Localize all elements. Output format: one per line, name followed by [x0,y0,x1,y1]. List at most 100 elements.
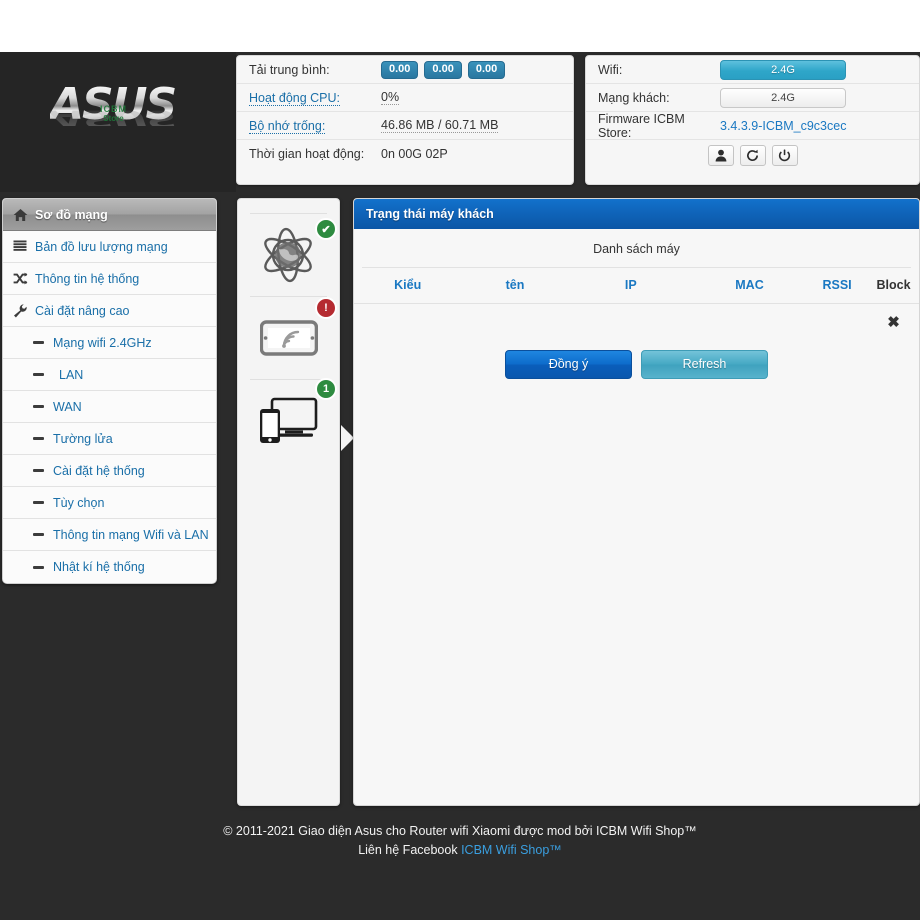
sidebar-label: Nhật kí hệ thống [53,560,145,574]
wireless-router-icon [260,318,318,358]
dash-icon [33,501,53,504]
asus-logo: ASUS ASUS ICBM Store [0,52,236,192]
sidebar-label: WAN [53,400,82,414]
cell-ip [569,304,693,340]
client-list-caption: Danh sách máy [362,229,911,268]
panel-title: Trạng thái máy khách [354,199,919,229]
status-badge-warning: ! [315,297,337,319]
firmware-version-link[interactable]: 3.4.3.9-ICBM_c9c3cec [720,119,846,133]
wifi-label: Wifi: [598,63,720,77]
free-memory-label[interactable]: Bộ nhớ trống: [249,119,325,134]
footer-copyright: © 2011-2021 Giao diện Asus cho Router wi… [0,822,920,841]
logo-subtext-line2: Store [100,114,127,124]
footer-contact-prefix: Liên hệ Facebook [358,843,461,857]
sidebar-item-wifi-24[interactable]: Mạng wifi 2.4GHz [3,327,216,359]
footer-facebook-link[interactable]: ICBM Wifi Shop™ [461,843,562,857]
uptime-label: Thời gian hoạt động: [249,147,381,161]
traffic-icon [13,240,35,253]
load-badge-1m: 0.00 [381,61,418,79]
dash-icon [33,566,53,569]
sidebar-nav: Sơ đồ mạng Bản đồ lưu lượng mạng [2,198,217,584]
network-topology-column: ✔ ! [237,198,340,806]
column-header-rssi[interactable]: RSSI [806,268,868,304]
sidebar-item-wan[interactable]: WAN [3,391,216,423]
sidebar-item-network-map[interactable]: Sơ đồ mạng [3,199,216,231]
guest-network-label: Mạng khách: [598,91,720,105]
firmware-label: Firmware ICBM Store: [598,112,720,140]
sidebar-item-lan[interactable]: LAN [3,359,216,391]
sidebar-item-system-settings[interactable]: Cài đặt hệ thống [3,455,216,487]
sidebar-label: Bản đồ lưu lượng mạng [35,240,168,254]
dash-icon [33,533,53,536]
footer: © 2011-2021 Giao diện Asus cho Router wi… [0,822,920,860]
shuffle-icon [13,272,35,285]
sidebar-label: LAN [53,368,83,382]
power-icon[interactable] [772,145,798,166]
client-list-table: Kiểu tên IP MAC RSSI Block ✖ [354,268,919,340]
home-icon [13,208,35,222]
sidebar-item-traffic-map[interactable]: Bản đồ lưu lượng mạng [3,231,216,263]
status-row-load: Tải trung bình: 0.00 0.00 0.00 [237,56,573,84]
cell-rssi [806,304,868,340]
quick-actions [586,140,919,166]
sidebar-label: Tường lửa [53,432,113,446]
column-header-mac[interactable]: MAC [693,268,806,304]
user-icon[interactable] [708,145,734,166]
status-row-firmware: Firmware ICBM Store: 3.4.3.9-ICBM_c9c3ce… [586,112,919,140]
sidebar-item-options[interactable]: Tùy chọn [3,487,216,519]
dash-icon [33,405,53,408]
load-badge-5m: 0.00 [424,61,461,79]
column-header-name[interactable]: tên [461,268,568,304]
load-badge-15m: 0.00 [468,61,505,79]
status-row-uptime: Thời gian hoạt động: 0n 00G 02P [237,140,573,168]
sidebar-item-system-info[interactable]: Thông tin hệ thống [3,263,216,295]
dash-icon [33,437,53,440]
sidebar-item-wifi-lan-info[interactable]: Thông tin mạng Wifi và LAN [3,519,216,551]
sidebar-label: Sơ đồ mạng [35,208,108,222]
status-row-memory: Bộ nhớ trống: 46.86 MB / 60.71 MB [237,112,573,140]
sidebar-item-system-log[interactable]: Nhật kí hệ thống [3,551,216,583]
footer-contact: Liên hệ Facebook ICBM Wifi Shop™ [0,841,920,860]
quick-actions-row [586,140,919,168]
topology-node-router[interactable]: ! [250,297,327,379]
topology-node-internet[interactable]: ✔ [250,214,327,296]
refresh-button[interactable]: Refresh [641,350,768,379]
sidebar-label: Thông tin mạng Wifi và LAN [53,528,209,542]
logo-subtext-line1: ICBM [100,104,127,114]
dash-icon [33,341,53,344]
guest-band-button[interactable]: 2.4G [720,88,846,108]
free-memory-value: 46.86 MB / 60.71 MB [381,118,498,133]
apply-button[interactable]: Đồng ý [505,350,632,379]
sidebar-item-firewall[interactable]: Tường lửa [3,423,216,455]
status-badge-count: 1 [315,378,337,400]
cell-name [461,304,568,340]
system-status-panel: Tải trung bình: 0.00 0.00 0.00 Hoạt động… [236,55,574,185]
cpu-usage-value: 0% [381,90,399,105]
status-row-cpu: Hoạt động CPU: 0% [237,84,573,112]
status-badge-ok: ✔ [315,218,337,240]
dash-icon [33,469,53,472]
load-average-values: 0.00 0.00 0.00 [381,61,505,79]
wifi-band-button[interactable]: 2.4G [720,60,846,80]
client-status-panel: Trạng thái máy khách Danh sách máy Kiểu … [353,198,920,806]
cpu-label-wrap: Hoạt động CPU: [249,91,381,105]
logo-subtext: ICBM Store [100,104,127,124]
topology-node-clients[interactable]: 1 [250,380,327,462]
refresh-icon[interactable] [740,145,766,166]
column-header-type[interactable]: Kiểu [354,268,461,304]
internet-globe-icon [259,227,319,283]
clients-devices-icon [258,397,320,445]
table-header-row: Kiểu tên IP MAC RSSI Block [354,268,919,304]
dash-icon [33,373,53,376]
block-client-icon[interactable]: ✖ [868,304,919,340]
status-row-wifi: Wifi: 2.4G [586,56,919,84]
cpu-usage-label[interactable]: Hoạt động CPU: [249,91,340,106]
column-header-ip[interactable]: IP [569,268,693,304]
cell-mac [693,304,806,340]
status-row-guest: Mạng khách: 2.4G [586,84,919,112]
memory-label-wrap: Bộ nhớ trống: [249,119,381,133]
sidebar-label: Tùy chọn [53,496,104,510]
load-average-label: Tải trung bình: [249,63,381,77]
sidebar-label: Thông tin hệ thống [35,272,139,286]
sidebar-item-advanced-settings[interactable]: Cài đặt nâng cao [3,295,216,327]
